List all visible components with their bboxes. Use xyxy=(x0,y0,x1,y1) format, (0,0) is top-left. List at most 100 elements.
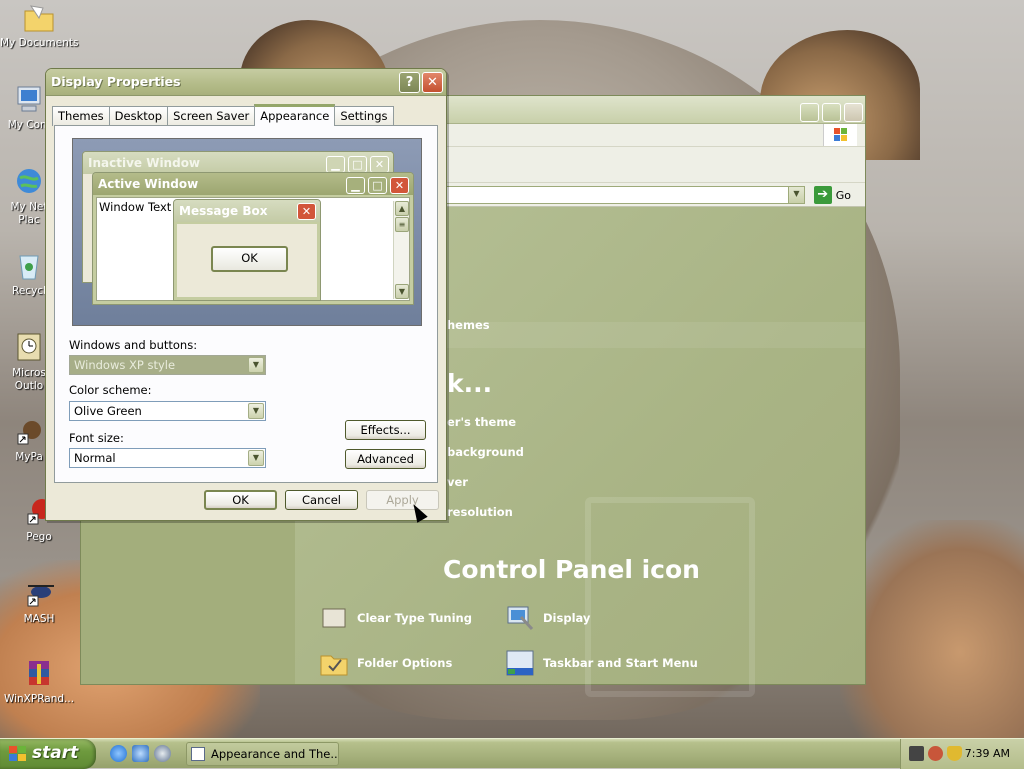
change-background-link[interactable]: background xyxy=(447,445,524,459)
screen-saver-link[interactable]: ver xyxy=(447,475,468,489)
go-button[interactable]: ➔ Go xyxy=(813,186,851,204)
email-icon[interactable] xyxy=(132,745,149,762)
clock[interactable]: 7:39 AM xyxy=(965,747,1010,760)
internet-explorer-icon[interactable] xyxy=(110,745,127,762)
display-icon xyxy=(505,603,535,633)
minimize-icon: ▁ xyxy=(326,156,345,173)
desktop-icon-label: MASH xyxy=(23,613,55,625)
desktop-icon-winxprand[interactable]: WinXPRand... xyxy=(0,658,78,706)
desktop-icon-mash[interactable]: MASH xyxy=(0,578,78,626)
cleartype-item[interactable]: Clear Type Tuning xyxy=(319,603,472,633)
tab-strip: Themes Desktop Screen Saver Appearance S… xyxy=(52,104,394,126)
close-icon: ✕ xyxy=(370,156,389,173)
close-button[interactable] xyxy=(844,103,863,122)
pick-task-heading: k... xyxy=(447,369,493,398)
scroll-thumb: ≡ xyxy=(395,217,409,232)
computer-icon xyxy=(12,84,46,116)
desktop-icon-label: Pego xyxy=(26,531,52,543)
tab-desktop[interactable]: Desktop xyxy=(108,106,169,126)
tab-appearance[interactable]: Appearance xyxy=(254,104,336,126)
go-label: Go xyxy=(835,188,851,202)
scroll-down-icon: ▼ xyxy=(395,284,409,299)
taskbar-start-menu-item[interactable]: Taskbar and Start Menu xyxy=(505,648,698,678)
dialog-title: Display Properties xyxy=(51,74,181,89)
tab-settings[interactable]: Settings xyxy=(334,106,394,126)
windows-buttons-select[interactable]: Windows XP style ▼ xyxy=(69,355,266,375)
preview-active-window: Active Window ▁ □ ✕ Window Text ▲ ≡ ▼ Me… xyxy=(92,172,414,305)
advanced-button[interactable]: Advanced xyxy=(345,449,426,469)
appearance-panel: Inactive Window ▁ □ ✕ Active Window ▁ □ … xyxy=(54,125,438,483)
chevron-down-icon: ▼ xyxy=(248,403,264,419)
tab-themes[interactable]: Themes xyxy=(52,106,110,126)
dialog-titlebar[interactable]: Display Properties xyxy=(46,69,446,96)
close-icon: ✕ xyxy=(390,177,409,194)
display-label: Display xyxy=(543,611,591,625)
minimize-button[interactable] xyxy=(800,103,819,122)
preview-scrollbar: ▲ ≡ ▼ xyxy=(393,201,409,299)
effects-button[interactable]: Effects... xyxy=(345,420,426,440)
windows-buttons-value: Windows XP style xyxy=(74,358,176,372)
media-player-icon[interactable] xyxy=(154,745,171,762)
preview-message-box: Message Box ✕ OK xyxy=(173,199,321,301)
close-icon: ✕ xyxy=(427,75,438,90)
maximize-icon: □ xyxy=(348,156,367,173)
color-scheme-value: Olive Green xyxy=(74,404,142,418)
ok-button[interactable]: OK xyxy=(204,490,277,510)
themes-link[interactable]: hemes xyxy=(447,318,490,332)
color-scheme-label: Color scheme: xyxy=(69,383,152,397)
cleartype-label: Clear Type Tuning xyxy=(357,611,472,625)
preview-window-text: Window Text xyxy=(99,200,172,214)
font-size-value: Normal xyxy=(74,451,116,465)
windows-logo-icon xyxy=(9,746,27,762)
cancel-button[interactable]: Cancel xyxy=(285,490,358,510)
maximize-button[interactable] xyxy=(822,103,841,122)
minimize-icon: ▁ xyxy=(346,177,365,194)
chevron-down-icon: ▼ xyxy=(248,357,264,373)
taskbar-item-label: Appearance and The... xyxy=(211,747,339,761)
font-size-label: Font size: xyxy=(69,431,124,445)
taskbar: start Appearance and The... 7:39 AM xyxy=(0,738,1024,769)
display-item[interactable]: Display xyxy=(505,603,590,633)
chevron-down-icon: ▼ xyxy=(248,450,264,466)
apply-button[interactable]: Apply xyxy=(366,490,439,510)
cleartype-icon xyxy=(319,603,349,633)
folder-options-item[interactable]: Folder Options xyxy=(319,648,452,678)
windows-buttons-label: Windows and buttons: xyxy=(69,338,198,352)
folder-icon xyxy=(22,2,56,34)
desktop-icon-label: WinXPRand... xyxy=(3,693,75,705)
system-tray: 7:39 AM xyxy=(900,739,1024,769)
preview-active-title: Active Window xyxy=(93,173,413,195)
display-properties-dialog[interactable]: Display Properties ? ✕ Themes Desktop Sc… xyxy=(45,68,447,521)
folder-options-label: Folder Options xyxy=(357,656,453,670)
keyboard-icon[interactable] xyxy=(909,746,924,761)
clock-app-icon xyxy=(12,332,46,364)
start-button[interactable]: start xyxy=(0,739,96,769)
preview-inactive-title: Inactive Window xyxy=(83,152,393,174)
desktop-icon-my-documents[interactable]: My Documents xyxy=(0,2,78,50)
color-scheme-select[interactable]: Olive Green ▼ xyxy=(69,401,266,421)
taskbar-item-appearance[interactable]: Appearance and The... xyxy=(186,742,339,766)
start-label: start xyxy=(32,743,79,763)
close-button[interactable]: ✕ xyxy=(422,72,443,93)
windows-logo-icon xyxy=(823,124,857,146)
helicopter-icon xyxy=(22,578,56,610)
close-icon: ✕ xyxy=(297,203,316,220)
pick-icon-heading: Control Panel icon xyxy=(443,555,700,584)
resolution-link[interactable]: resolution xyxy=(447,505,513,519)
folder-options-icon xyxy=(319,648,349,678)
archive-icon xyxy=(22,658,56,690)
appearance-preview: Inactive Window ▁ □ ✕ Active Window ▁ □ … xyxy=(72,138,422,326)
scroll-up-icon: ▲ xyxy=(395,201,409,216)
maximize-icon: □ xyxy=(368,177,387,194)
chevron-left-icon[interactable] xyxy=(928,746,943,761)
tab-screen-saver[interactable]: Screen Saver xyxy=(167,106,256,126)
change-theme-link[interactable]: er's theme xyxy=(447,415,516,429)
recycle-bin-icon xyxy=(12,250,46,282)
address-dropdown-button[interactable]: ▼ xyxy=(788,187,804,203)
help-button[interactable]: ? xyxy=(399,72,420,93)
category-header-band xyxy=(445,322,865,348)
help-icon: ? xyxy=(405,75,414,90)
security-shield-icon[interactable] xyxy=(947,746,962,761)
font-size-select[interactable]: Normal ▼ xyxy=(69,448,266,468)
desktop-icon-label: My Documents xyxy=(0,37,79,49)
